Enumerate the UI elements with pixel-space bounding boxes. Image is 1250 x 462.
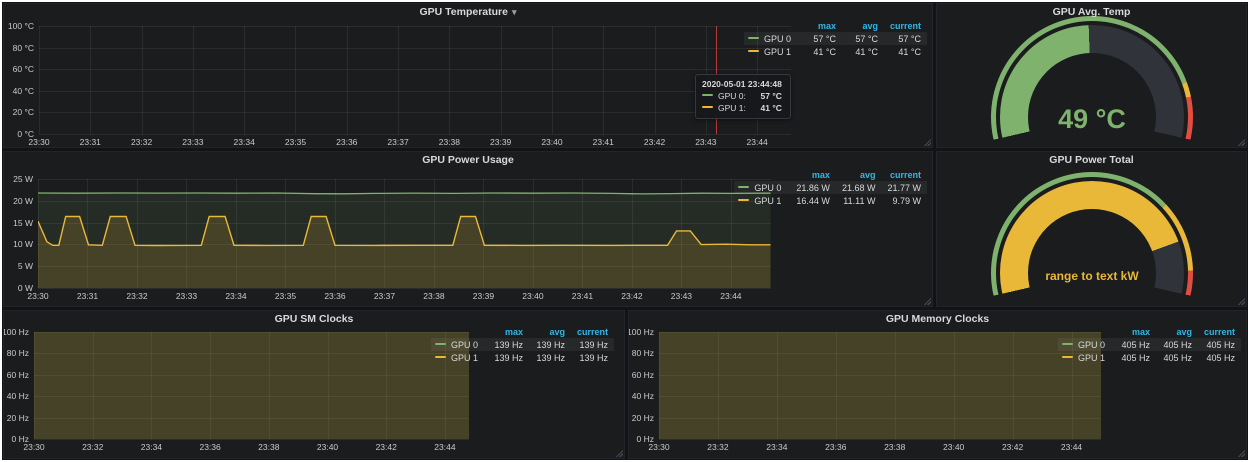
panel-resize-handle[interactable] [1237,138,1245,146]
panel-title-text: GPU Temperature [419,6,508,18]
panel-title-text: GPU Power Total [1049,154,1133,166]
panel-title-gpu-power-usage[interactable]: GPU Power Usage [4,152,932,169]
panel-gpu-power-total: GPU Power Total range to text kW [936,151,1247,307]
panel-gpu-avg-temp: GPU Avg. Temp 49 °C [936,3,1247,148]
gauge-gpu-power-total: range to text kW [991,172,1193,307]
gauge-gpu-avg-temp: 49 °C [991,16,1193,148]
legend-gpu-sm-clocks[interactable]: maxavgcurrentGPU 0139 Hz139 Hz139 HzGPU … [431,325,614,364]
chart-gpu-sm-clocks[interactable]: 100 Hz80 Hz60 Hz40 Hz20 Hz0 Hz23:3023:32… [34,332,469,439]
grafana-dashboard: GPU Temperature ▾ 100 °C80 °C60 °C40 °C20… [0,0,1250,462]
tooltip-timestamp: 2020-05-01 23:44:48 [702,79,782,89]
gauge-value-text: range to text kW [991,269,1193,283]
panel-title-gpu-memory-clocks[interactable]: GPU Memory Clocks [629,311,1246,328]
panel-title-gpu-sm-clocks[interactable]: GPU SM Clocks [4,311,624,328]
panel-resize-handle[interactable] [1237,449,1245,457]
legend-gpu-temperature[interactable]: maxavgcurrentGPU 057 °C57 °C57 °CGPU 141… [744,19,927,58]
panel-gpu-temperature: GPU Temperature ▾ 100 °C80 °C60 °C40 °C20… [3,3,933,148]
gauge-value-text: 49 °C [991,104,1193,135]
chart-gpu-power-usage[interactable]: 25 W20 W15 W10 W5 W0 W23:3023:3123:3223:… [38,179,771,288]
legend-gpu-power-usage[interactable]: maxavgcurrentGPU 021.86 W21.68 W21.77 WG… [734,168,927,207]
chart-gpu-temperature[interactable]: 100 °C80 °C60 °C40 °C20 °C0 °C23:3023:31… [39,26,791,134]
panel-title-gpu-avg-temp[interactable]: GPU Avg. Temp [937,4,1246,21]
panel-resize-handle[interactable] [1237,297,1245,305]
panel-gpu-memory-clocks: GPU Memory Clocks 100 Hz80 Hz60 Hz40 Hz2… [628,310,1247,459]
chevron-down-icon: ▾ [512,7,517,17]
panel-resize-handle[interactable] [923,297,931,305]
panel-resize-handle[interactable] [615,449,623,457]
tooltip-rows: GPU 0:57 °CGPU 1:41 °C [702,91,782,113]
panel-title-text: GPU Power Usage [422,154,514,166]
chart-gpu-memory-clocks[interactable]: 100 Hz80 Hz60 Hz40 Hz20 Hz0 Hz23:3023:32… [659,332,1101,439]
panel-gpu-power-usage: GPU Power Usage 25 W20 W15 W10 W5 W0 W23… [3,151,933,307]
legend-gpu-memory-clocks[interactable]: maxavgcurrentGPU 0405 Hz405 Hz405 HzGPU … [1058,325,1241,364]
panel-title-text: GPU Memory Clocks [886,313,989,325]
chart-tooltip: 2020-05-01 23:44:48 GPU 0:57 °CGPU 1:41 … [695,74,791,119]
panel-title-gpu-temperature[interactable]: GPU Temperature ▾ [4,4,932,21]
panel-gpu-sm-clocks: GPU SM Clocks 100 Hz80 Hz60 Hz40 Hz20 Hz… [3,310,625,459]
panel-resize-handle[interactable] [923,138,931,146]
panel-title-text: GPU Avg. Temp [1053,6,1131,18]
dashboard-grid: GPU Temperature ▾ 100 °C80 °C60 °C40 °C20… [2,2,1248,460]
panel-title-text: GPU SM Clocks [275,313,354,325]
panel-title-gpu-power-total[interactable]: GPU Power Total [937,152,1246,169]
